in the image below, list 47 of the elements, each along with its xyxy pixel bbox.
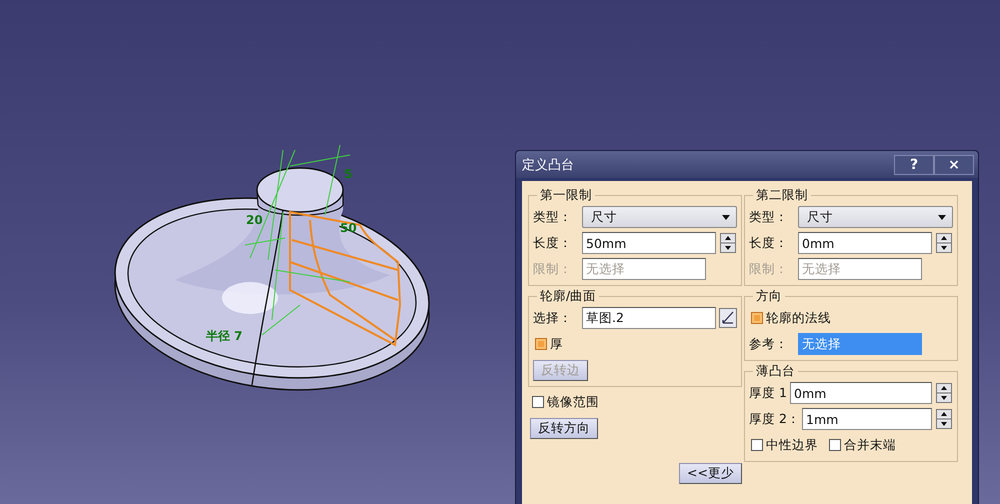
caret-icon (722, 214, 730, 220)
group-title: 第一限制 (539, 187, 593, 204)
checkbox-label: 中性边界 (766, 436, 818, 454)
group-title: 薄凸台 (755, 363, 796, 380)
dimension-label: 20 (246, 213, 263, 227)
type-dropdown[interactable]: 尺寸 (582, 206, 737, 228)
field-label: 选择： (533, 310, 573, 326)
checkbox-label: 厚 (550, 336, 563, 352)
dimension-label: 5 (344, 167, 352, 181)
length-field[interactable]: 0mm (798, 232, 932, 254)
less-button[interactable]: <<更少 (679, 463, 742, 484)
help-button[interactable]: ? (894, 154, 934, 174)
field-label: 长度： (749, 234, 789, 252)
spin-buttons[interactable] (935, 233, 953, 253)
checkbox-label: 合并末端 (844, 436, 896, 454)
close-button[interactable]: × (934, 154, 974, 174)
sketch-edit-icon[interactable] (719, 308, 737, 328)
spin-buttons[interactable] (935, 383, 953, 403)
group-title: 第二限制 (755, 187, 809, 204)
spin-buttons[interactable] (719, 233, 737, 253)
checkbox-label: 轮廓的法线 (766, 310, 831, 326)
caret-icon (938, 214, 946, 220)
thickness-field[interactable]: 1mm (802, 408, 932, 430)
spin-buttons[interactable] (935, 409, 953, 429)
type-dropdown[interactable]: 尺寸 (798, 206, 953, 228)
checkbox[interactable] (751, 312, 763, 324)
field-label: 长度： (533, 234, 573, 252)
field-label: 参考： (749, 336, 789, 352)
dimension-label: 半径 7 (206, 329, 243, 343)
field-label: 厚度 1 (749, 384, 787, 402)
length-field[interactable]: 50mm (582, 232, 716, 254)
field-label: 厚度 2： (749, 410, 799, 428)
field-label: 类型： (533, 208, 573, 226)
field-label: 类型： (749, 208, 789, 226)
reverse-direction-button[interactable]: 反转方向 (530, 418, 598, 438)
checkbox[interactable] (532, 396, 544, 408)
group-title: 方向 (755, 288, 783, 305)
dialog-title: 定义凸台 (522, 156, 574, 174)
checkbox[interactable] (535, 338, 547, 350)
checkbox[interactable] (829, 439, 841, 451)
thickness-field[interactable]: 0mm (790, 382, 932, 404)
group-title: 轮廓/曲面 (539, 288, 598, 305)
checkbox-label: 镜像范围 (547, 394, 599, 410)
field-label: 限制： (749, 260, 789, 278)
checkbox[interactable] (751, 439, 763, 451)
selection-field[interactable]: 草图.2 (582, 307, 716, 329)
field-label: 限制： (533, 260, 573, 278)
